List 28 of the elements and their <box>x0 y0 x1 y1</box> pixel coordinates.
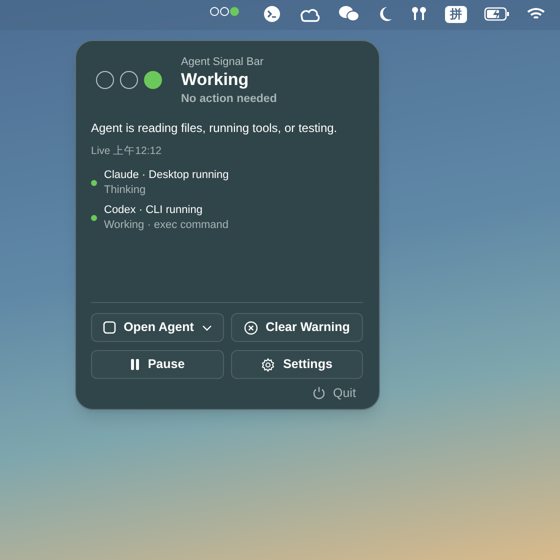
agent-activity: Working · exec command <box>104 218 229 233</box>
signal-light-icon[interactable] <box>220 7 229 16</box>
status-subtitle: No action needed <box>181 92 277 107</box>
pause-icon <box>130 358 140 371</box>
battery-charging-icon[interactable] <box>484 7 510 21</box>
app-name: Agent Signal Bar <box>181 55 265 69</box>
wifi-icon[interactable] <box>527 7 545 21</box>
description: Agent is reading files, running tools, or testing. <box>91 120 338 136</box>
square-icon <box>102 321 116 334</box>
open-button[interactable]: Open Agent <box>91 313 224 342</box>
chat-bubbles-icon[interactable] <box>338 4 360 24</box>
agent-name: Claude · Desktop running <box>104 168 229 183</box>
clear-button[interactable]: Clear Warning <box>230 313 363 342</box>
close-circle-icon <box>244 320 258 334</box>
agent-activity: Thinking <box>104 182 147 198</box>
settings-button[interactable]: Settings <box>230 350 363 379</box>
chevron-down-icon <box>202 324 212 330</box>
status-title: Working <box>181 69 250 91</box>
input-method-indicator[interactable]: 拼 <box>445 6 467 22</box>
power-icon <box>312 386 326 400</box>
quit-button[interactable]: Quit <box>312 384 356 403</box>
pause-button[interactable]: Pause <box>91 350 224 379</box>
signal-light-icon[interactable] <box>210 7 219 16</box>
live-time: Live 上午12:12 <box>91 144 162 159</box>
moon-icon[interactable] <box>377 4 393 24</box>
agent-name: Codex · CLI running <box>104 202 204 218</box>
settings-icon <box>261 358 276 372</box>
terminal-icon[interactable] <box>262 4 282 24</box>
